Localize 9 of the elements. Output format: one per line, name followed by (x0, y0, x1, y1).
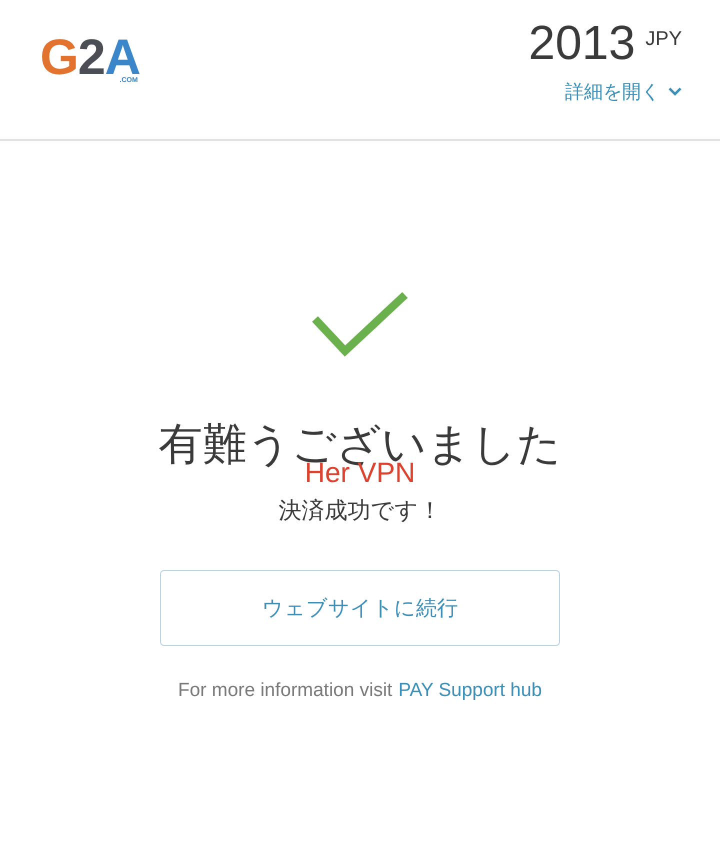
chevron-down-icon (668, 87, 682, 96)
footer-text: For more information visit (178, 680, 392, 702)
details-link[interactable]: 詳細を開く (565, 78, 682, 105)
amount: 2013 (528, 18, 636, 71)
payment-success-message: 決済成功です！ (278, 496, 442, 526)
currency: JPY (645, 28, 682, 51)
checkmark-icon (312, 291, 408, 357)
continue-button[interactable]: ウェブサイトに続行 (160, 570, 560, 646)
support-link[interactable]: PAY Support hub (398, 680, 542, 702)
